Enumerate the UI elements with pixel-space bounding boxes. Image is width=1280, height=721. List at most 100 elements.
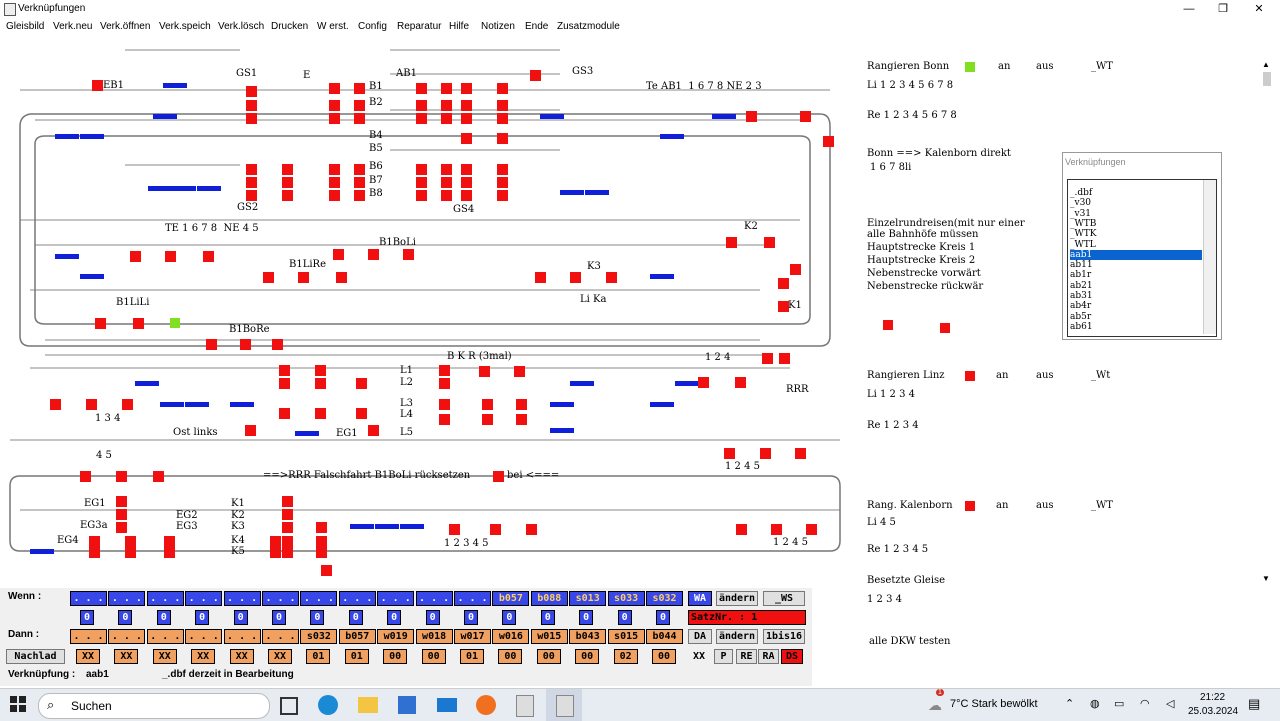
signal-91[interactable] — [516, 414, 527, 425]
signal-122[interactable] — [316, 522, 327, 533]
signal-74[interactable] — [279, 365, 290, 376]
dann-cell-7[interactable]: b057 — [338, 629, 376, 644]
wenn-cell-15[interactable]: s032 — [646, 591, 683, 606]
signal-44[interactable] — [461, 177, 472, 188]
signal-20[interactable] — [329, 190, 340, 201]
popup-list-item[interactable]: ab4r — [1070, 301, 1202, 311]
rangieren-kalenborn-signal[interactable] — [965, 501, 975, 511]
taskbar-search[interactable]: ⌕ Suchen — [38, 693, 270, 719]
menu-8[interactable]: Reparatur — [397, 21, 441, 32]
scroll-thumb[interactable] — [1263, 72, 1271, 86]
nachlad-cell-13[interactable]: 00 — [575, 649, 600, 664]
signal-63[interactable] — [606, 272, 617, 283]
signal-92[interactable] — [698, 377, 709, 388]
signal-9[interactable] — [282, 190, 293, 201]
signal-80[interactable] — [356, 378, 367, 389]
signal-79[interactable] — [315, 408, 326, 419]
signal-108[interactable] — [116, 496, 127, 507]
verknuepfungen-list[interactable]: _.dbf _v30 _v31 _WTB _WTK _WTL aab1 ab11 ab1r ab2… — [1067, 179, 1217, 337]
dann-cell-9[interactable]: w018 — [415, 629, 453, 644]
nachlad-cell-10[interactable]: 01 — [460, 649, 484, 664]
popup-list-item[interactable]: ab31 — [1070, 291, 1202, 301]
signal-50[interactable] — [800, 111, 811, 122]
wenn-flag-7[interactable]: 0 — [348, 610, 363, 625]
signal-101[interactable] — [724, 448, 735, 459]
wenn-cell-7[interactable]: . . . . — [338, 591, 376, 617]
wenn-flag-13[interactable]: 0 — [579, 610, 594, 625]
signal-10[interactable] — [329, 83, 340, 94]
signal-24[interactable] — [416, 100, 427, 111]
popup-list-item[interactable]: ab11 — [1070, 260, 1202, 270]
signal-65[interactable] — [764, 237, 775, 248]
signal-127[interactable] — [449, 524, 460, 535]
signal-133[interactable] — [321, 565, 332, 576]
signal-131[interactable] — [771, 524, 782, 535]
wenn-cell-9[interactable]: . . . . — [415, 591, 453, 617]
signal-41[interactable] — [497, 133, 508, 144]
signal-72[interactable] — [240, 339, 251, 350]
signal-21[interactable] — [354, 190, 365, 201]
wenn-cell-3[interactable]: . . . . — [185, 591, 223, 617]
signal-55[interactable] — [333, 249, 344, 260]
signal-102[interactable] — [760, 448, 771, 459]
nachlad-cell-6[interactable]: 01 — [306, 649, 331, 664]
signal-32[interactable] — [416, 190, 427, 201]
popup-scrollbar[interactable] — [1203, 180, 1216, 334]
popup-list-item[interactable]: ab21 — [1070, 281, 1202, 291]
signal-97[interactable] — [86, 399, 97, 410]
signal-46[interactable] — [461, 190, 472, 201]
store-icon[interactable] — [398, 696, 416, 714]
signal-12[interactable] — [329, 100, 340, 111]
signal-2[interactable] — [246, 100, 257, 111]
wenn-cell-4[interactable]: . . . . — [223, 591, 261, 617]
wenn-flag-12[interactable]: 0 — [540, 610, 555, 625]
dann-cell-14[interactable]: s015 — [607, 629, 645, 644]
signal-106[interactable] — [153, 471, 164, 482]
popup-list-item[interactable]: aab1 — [1070, 249, 1202, 260]
wenn-cell-2[interactable]: . . . . — [146, 591, 184, 617]
wenn-cell-10[interactable]: . . . . — [454, 591, 491, 617]
wenn-flag-5[interactable]: 0 — [272, 610, 286, 625]
signal-96[interactable] — [50, 399, 61, 410]
windows-start-icon[interactable] — [10, 696, 26, 712]
app-icon-active[interactable] — [546, 689, 582, 721]
network-icon[interactable]: ◍ — [1090, 697, 1100, 710]
signal-57[interactable] — [403, 249, 414, 260]
re-button[interactable]: RE — [736, 649, 757, 664]
clock-time[interactable]: 21:22 — [1200, 692, 1225, 703]
wenn-flag-8[interactable]: 0 — [387, 610, 402, 625]
signal-48[interactable] — [530, 70, 541, 81]
dann-cell-15[interactable]: b044 — [646, 629, 683, 644]
signal-42[interactable] — [461, 164, 472, 175]
signal-78[interactable] — [279, 408, 290, 419]
wenn-flag-11[interactable]: 0 — [502, 610, 517, 625]
signal-52[interactable] — [130, 251, 141, 262]
wenn-flag-15[interactable]: 0 — [656, 610, 670, 625]
nachlad-cell-8[interactable]: 00 — [383, 649, 408, 664]
signal-90[interactable] — [482, 414, 493, 425]
signal-26[interactable] — [416, 113, 427, 124]
weather-text[interactable]: 7°C Stark bewölkt — [950, 698, 1038, 710]
signal-123[interactable] — [316, 536, 327, 547]
signal-6[interactable] — [246, 190, 257, 201]
signal-35[interactable] — [497, 83, 508, 94]
wenn-cell-14[interactable]: s033 — [607, 591, 645, 606]
signal-71[interactable] — [206, 339, 217, 350]
signal-38[interactable] — [461, 113, 472, 124]
signal-43[interactable] — [497, 164, 508, 175]
signal-105[interactable] — [116, 471, 127, 482]
1bis16-button[interactable]: 1bis16 — [763, 629, 805, 644]
ws-button[interactable]: _WS — [763, 591, 805, 606]
signal-103[interactable] — [795, 448, 806, 459]
wenn-flag-4[interactable]: 0 — [233, 610, 248, 625]
signal-31[interactable] — [441, 177, 452, 188]
signal-73[interactable] — [272, 339, 283, 350]
popup-list-item[interactable]: ab61 — [1070, 322, 1202, 332]
signal-82[interactable] — [439, 365, 450, 376]
wenn-cell-0[interactable]: . . . . — [70, 591, 107, 617]
signal-70[interactable] — [133, 318, 144, 329]
signal-3[interactable] — [246, 113, 257, 124]
signal-75[interactable] — [315, 365, 326, 376]
nachlad-cell-11[interactable]: 00 — [498, 649, 523, 664]
signal-11[interactable] — [354, 83, 365, 94]
